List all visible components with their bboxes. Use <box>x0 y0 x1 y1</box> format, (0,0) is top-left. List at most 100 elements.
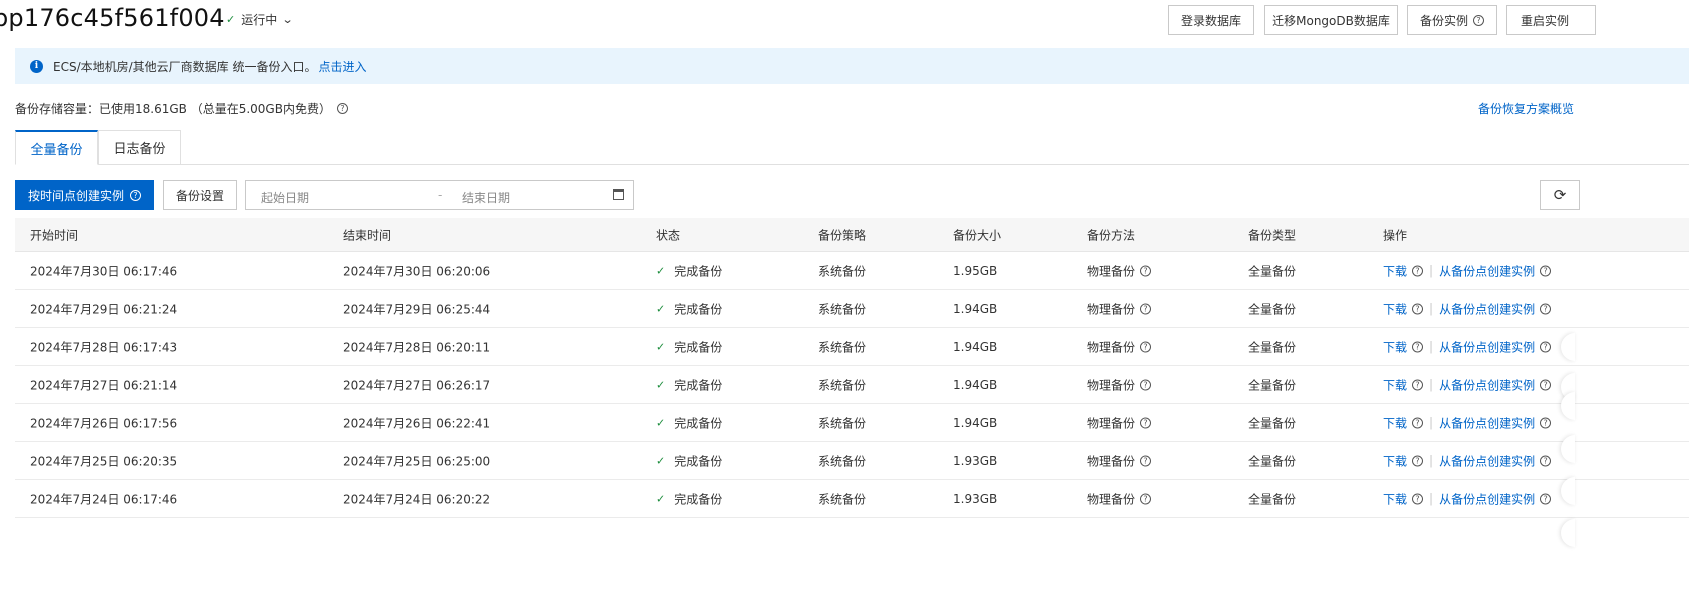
create-by-time-button[interactable]: 按时间点创建实例 ? <box>15 180 154 210</box>
restart-instance-button[interactable]: 重启实例 <box>1506 5 1596 35</box>
end-time: 2024年7月27日 06:26:17 <box>343 378 491 392</box>
backup-method: 物理备份? <box>1087 452 1152 469</box>
help-icon[interactable]: ? <box>1412 341 1424 352</box>
tab-log-backup-label: 日志备份 <box>113 142 166 157</box>
backup-method: 物理备份? <box>1087 490 1152 507</box>
refresh-button[interactable]: ⟳ <box>1540 180 1580 210</box>
backup-type: 全量备份 <box>1248 302 1297 316</box>
table-row: 2024年7月29日 06:21:24 2024年7月29日 06:25:44 ✓ 完… <box>15 290 1689 328</box>
date-range-picker[interactable]: 起始日期 - 结束日期 <box>245 180 634 210</box>
backup-size: 1.94GB <box>953 339 998 354</box>
action-divider: | <box>1429 263 1434 278</box>
table-row: 2024年7月28日 06:17:43 2024年7月28日 06:20:11 ✓ 完… <box>15 328 1689 366</box>
column-header: 开始时间 <box>30 228 79 242</box>
help-icon[interactable]: ? <box>1540 379 1552 390</box>
restore-from-backup-link[interactable]: 从备份点创建实例 <box>1439 452 1535 469</box>
end-time: 2024年7月25日 06:25:00 <box>343 454 491 468</box>
backup-policy: 系统备份 <box>818 416 867 430</box>
download-link[interactable]: 下载 <box>1383 300 1407 317</box>
download-link[interactable]: 下载 <box>1383 376 1407 393</box>
help-icon[interactable]: ? <box>1540 341 1552 352</box>
backup-instance-button[interactable]: 备份实例 ? <box>1407 5 1497 35</box>
restore-from-backup-link[interactable]: 从备份点创建实例 <box>1439 490 1535 507</box>
help-icon[interactable]: ? <box>1140 455 1152 466</box>
column-header: 状态 <box>656 228 681 242</box>
restore-from-backup-link[interactable]: 从备份点创建实例 <box>1439 414 1535 431</box>
backup-status: ✓ 完成备份 <box>656 452 722 469</box>
backup-status: ✓ 完成备份 <box>656 490 722 507</box>
backup-size: 1.95GB <box>953 263 998 278</box>
action-divider: | <box>1429 301 1434 316</box>
backup-entry-banner: i ECS/本地机房/其他云厂商数据库 统一备份入口。 点击进入 <box>15 48 1689 84</box>
help-icon[interactable]: ? <box>1140 341 1152 352</box>
check-icon: ✓ <box>656 264 666 277</box>
backup-status: ✓ 完成备份 <box>656 414 722 431</box>
table-row: 2024年7月24日 06:17:46 2024年7月24日 06:20:22 ✓ 完… <box>15 480 1689 518</box>
help-icon[interactable]: ? <box>1412 417 1424 428</box>
help-icon[interactable]: ? <box>1140 303 1152 314</box>
backup-policy: 系统备份 <box>818 454 867 468</box>
end-date-input[interactable]: 结束日期 <box>462 189 510 206</box>
help-icon[interactable]: ? <box>1540 455 1552 466</box>
storage-label: 备份存储容量：已使用18.61GB （总量在5.00GB内免费） <box>15 102 331 116</box>
info-icon: i <box>30 59 43 73</box>
help-icon[interactable]: ? <box>1412 303 1424 314</box>
download-link[interactable]: 下载 <box>1383 452 1407 469</box>
restore-from-backup-link[interactable]: 从备份点创建实例 <box>1439 300 1535 317</box>
start-time: 2024年7月24日 06:17:46 <box>30 492 178 506</box>
restore-from-backup-link[interactable]: 从备份点创建实例 <box>1439 376 1535 393</box>
help-icon[interactable]: ? <box>1140 265 1152 276</box>
backup-overview-link[interactable]: 备份恢复方案概览 <box>1478 100 1689 117</box>
backup-type: 全量备份 <box>1248 264 1297 278</box>
refresh-icon: ⟳ <box>1553 186 1567 204</box>
backup-settings-button[interactable]: 备份设置 <box>163 180 237 210</box>
tab-full-backup[interactable]: 全量备份 <box>15 130 98 165</box>
tab-log-backup[interactable]: 日志备份 <box>98 130 181 165</box>
banner-link[interactable]: 点击进入 <box>318 58 366 75</box>
action-divider: | <box>1429 377 1434 392</box>
download-link[interactable]: 下载 <box>1383 414 1407 431</box>
help-icon[interactable]: ? <box>1540 493 1552 504</box>
row-actions: 下载? | 从备份点创建实例? <box>1383 376 1552 393</box>
help-icon[interactable]: ? <box>1140 493 1152 504</box>
help-icon[interactable]: ? <box>336 103 348 114</box>
method-text: 物理备份 <box>1087 492 1136 506</box>
help-icon[interactable]: ? <box>1140 417 1152 428</box>
calendar-icon[interactable] <box>613 189 624 200</box>
download-link[interactable]: 下载 <box>1383 490 1407 507</box>
help-icon[interactable]: ? <box>1540 303 1552 314</box>
check-icon: ✓ <box>656 416 666 429</box>
help-icon[interactable]: ? <box>1540 265 1552 276</box>
restore-from-backup-link[interactable]: 从备份点创建实例 <box>1439 338 1535 355</box>
help-icon[interactable]: ? <box>1140 379 1152 390</box>
method-text: 物理备份 <box>1087 416 1136 430</box>
storage-usage: 备份存储容量：已使用18.61GB （总量在5.00GB内免费） ? <box>15 100 348 117</box>
method-text: 物理备份 <box>1087 454 1136 468</box>
download-link[interactable]: 下载 <box>1383 262 1407 279</box>
help-icon[interactable]: ? <box>1412 493 1424 504</box>
backup-type: 全量备份 <box>1248 416 1297 430</box>
migrate-mongodb-button[interactable]: 迁移MongoDB数据库 <box>1264 5 1398 35</box>
end-time: 2024年7月29日 06:25:44 <box>343 302 491 316</box>
help-icon[interactable]: ? <box>1412 265 1424 276</box>
backup-method: 物理备份? <box>1087 414 1152 431</box>
column-header: 备份方法 <box>1087 228 1136 242</box>
download-link[interactable]: 下载 <box>1383 338 1407 355</box>
help-icon[interactable]: ? <box>1412 455 1424 466</box>
start-time: 2024年7月25日 06:20:35 <box>30 454 178 468</box>
column-header: 备份大小 <box>953 228 1002 242</box>
action-divider: | <box>1429 453 1434 468</box>
restore-from-backup-link[interactable]: 从备份点创建实例 <box>1439 262 1535 279</box>
backup-size: 1.94GB <box>953 377 998 392</box>
backup-status: ✓ 完成备份 <box>656 262 722 279</box>
login-database-button[interactable]: 登录数据库 <box>1168 5 1254 35</box>
help-icon[interactable]: ? <box>1540 417 1552 428</box>
help-icon[interactable]: ? <box>1412 379 1424 390</box>
help-icon: ? <box>130 189 141 201</box>
instance-status[interactable]: ✓ 运行中 ⌄ <box>226 11 294 28</box>
status-text: 完成备份 <box>674 302 723 316</box>
row-actions: 下载? | 从备份点创建实例? <box>1383 452 1552 469</box>
status-text: 完成备份 <box>674 378 723 392</box>
start-date-input[interactable]: 起始日期 <box>261 189 309 206</box>
floating-tool-tab[interactable] <box>1561 519 1575 547</box>
